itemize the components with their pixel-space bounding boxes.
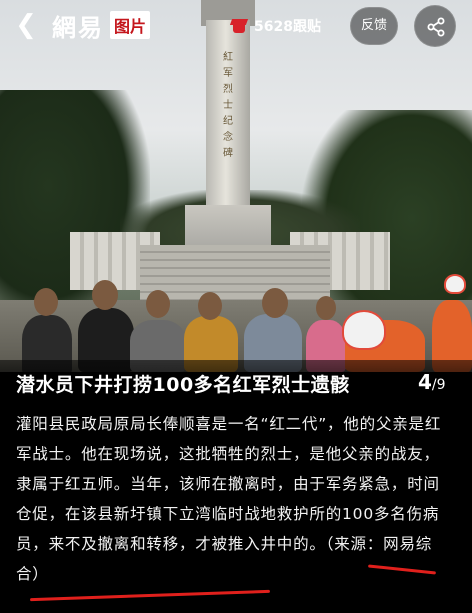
image-counter: 4/9 — [418, 370, 446, 394]
gallery-photo[interactable]: 紅军烈士纪念碑 — [0, 0, 472, 372]
back-arrow-icon[interactable]: ❮ — [12, 10, 40, 40]
comment-cap-icon — [229, 18, 249, 34]
person-head — [316, 296, 336, 320]
image-counter-current: 4 — [418, 370, 432, 394]
caption-body: 灌阳县民政局原局长俸顺喜是一名“红二代”，他的父亲是红军战士。他在现场说，这批牺… — [16, 415, 442, 583]
share-icon — [427, 17, 445, 37]
share-button[interactable] — [414, 5, 456, 47]
rescuer-helmet — [342, 310, 386, 350]
person-head — [92, 280, 118, 310]
rescuer-helmet — [444, 274, 466, 294]
image-counter-total: /9 — [431, 377, 446, 393]
app-logo: 網易 图片 — [52, 10, 151, 42]
follow-count: 5628跟贴 — [254, 19, 321, 35]
top-bar: ❮ 網易 图片 5628跟贴 反馈 — [0, 0, 472, 52]
article-title: 潜水员下井打捞100多名红军烈士遗骸 — [16, 374, 350, 396]
person-head — [34, 288, 58, 316]
monument-pedestal — [185, 205, 271, 250]
person-head — [146, 290, 170, 318]
monument-inscription: 紅军烈士纪念碑 — [223, 52, 233, 159]
follow-comments-button[interactable]: 5628跟贴 — [229, 12, 321, 40]
logo-badge: 图片 — [110, 11, 151, 39]
feedback-button[interactable]: 反馈 — [350, 7, 398, 45]
person-head — [262, 288, 288, 318]
person-head — [198, 292, 222, 320]
logo-text: 網易 — [52, 12, 104, 42]
